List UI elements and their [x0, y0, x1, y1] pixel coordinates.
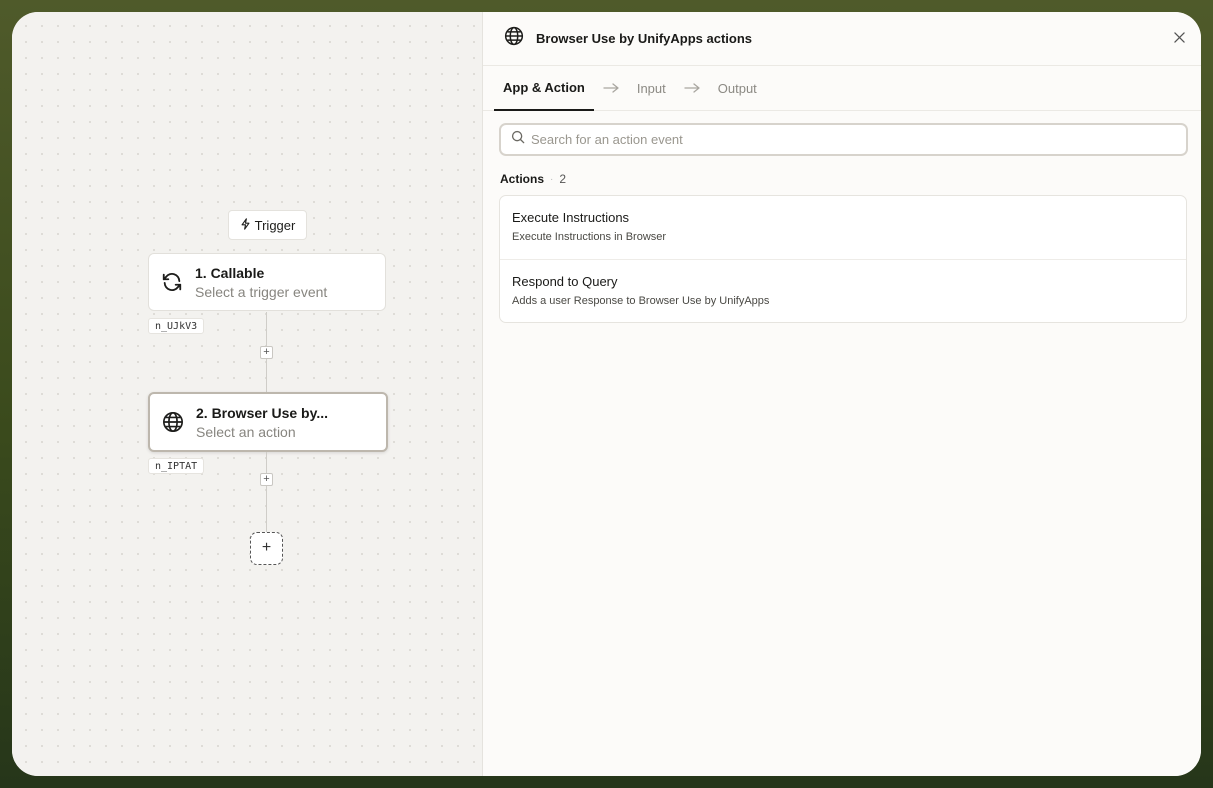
close-icon: [1173, 30, 1185, 48]
actions-section-header: Actions · 2: [500, 172, 566, 186]
trigger-chip[interactable]: Trigger: [228, 210, 307, 240]
panel-title: Browser Use by UnifyApps actions: [536, 31, 752, 46]
action-name: Respond to Query: [512, 274, 618, 289]
lightning-icon: [240, 217, 251, 233]
node-id-badge: n_UJkV3: [148, 318, 205, 334]
workflow-canvas[interactable]: Trigger 1. Callable Select a trigger eve…: [12, 12, 482, 776]
list-item[interactable]: Respond to Query Adds a user Response to…: [500, 259, 1186, 322]
list-item[interactable]: Execute Instructions Execute Instruction…: [500, 196, 1186, 259]
action-list: Execute Instructions Execute Instruction…: [499, 195, 1187, 323]
globe-icon: [504, 26, 524, 51]
tab-app-action[interactable]: App & Action: [494, 66, 594, 111]
search-input[interactable]: [531, 132, 1151, 147]
node-id-badge: n_IPTAT: [148, 458, 205, 474]
connector-line: [266, 452, 267, 473]
action-name: Execute Instructions: [512, 210, 630, 225]
search-icon: [511, 130, 525, 149]
action-description: Adds a user Response to Browser Use by U…: [512, 295, 770, 307]
node-browser-use[interactable]: 2. Browser Use by... Select an action: [148, 392, 388, 452]
refresh-icon: [149, 271, 195, 293]
add-step-button[interactable]: +: [250, 532, 283, 565]
insert-step-button[interactable]: +: [260, 473, 273, 486]
step-tabs: App & Action Input Output: [483, 66, 1201, 111]
trigger-label: Trigger: [254, 217, 296, 233]
node-callable[interactable]: 1. Callable Select a trigger event: [148, 253, 386, 311]
separator-dot: ·: [550, 173, 554, 185]
search-box: [499, 123, 1188, 156]
close-button[interactable]: [1171, 31, 1187, 47]
tab-input[interactable]: Input: [628, 66, 675, 111]
app-frame: Trigger 1. Callable Select a trigger eve…: [12, 12, 1201, 776]
connector-line: [266, 312, 267, 346]
actions-count: 2: [559, 172, 567, 186]
node-subtitle: Select an action: [196, 423, 296, 440]
arrow-right-icon: [594, 83, 628, 93]
action-description: Execute Instructions in Browser: [512, 231, 667, 243]
insert-step-button[interactable]: +: [260, 346, 273, 359]
section-label: Actions: [500, 172, 545, 186]
node-subtitle: Select a trigger event: [195, 283, 328, 300]
connector-line: [266, 486, 267, 532]
globe-icon: [150, 411, 196, 433]
node-title: 1. Callable: [195, 264, 265, 281]
node-title: 2. Browser Use by...: [196, 404, 329, 421]
connector-line: [266, 359, 267, 393]
arrow-right-icon: [675, 83, 709, 93]
panel-header: Browser Use by UnifyApps actions: [483, 12, 1201, 66]
tab-output[interactable]: Output: [709, 66, 766, 111]
action-panel: Browser Use by UnifyApps actions App & A…: [482, 12, 1201, 776]
